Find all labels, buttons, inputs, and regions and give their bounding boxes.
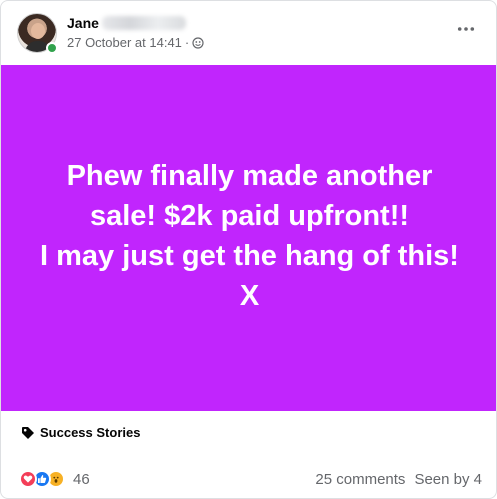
reaction-count: 46 [73, 470, 90, 488]
ellipsis-icon [457, 27, 475, 31]
post-header: Jane 27 October at 14:41 · [1, 1, 496, 65]
author-surname-redacted [101, 16, 186, 30]
post-stats: 25 comments Seen by 4 [315, 471, 482, 488]
post-footer: 46 25 comments Seen by 4 [1, 461, 496, 497]
tag-icon [22, 426, 34, 439]
comments-count-link[interactable]: 25 comments [315, 471, 405, 488]
meta-separator: · [184, 35, 190, 50]
more-options-button[interactable] [452, 19, 480, 39]
topic-label: Success Stories [40, 425, 141, 440]
author-line: Jane [67, 14, 186, 32]
divider [1, 453, 496, 454]
post-body-text: Phew finally made another sale! $2k paid… [40, 160, 459, 312]
online-status-dot [46, 42, 58, 54]
love-reaction-icon [19, 470, 37, 488]
post-timestamp[interactable]: 27 October at 14:41 [67, 35, 182, 50]
seen-by-link[interactable]: Seen by 4 [414, 471, 482, 488]
avatar-face [31, 23, 45, 39]
author-avatar[interactable] [17, 13, 58, 54]
group-privacy-icon[interactable] [192, 36, 204, 49]
post-card: Jane 27 October at 14:41 · Phew finally … [0, 0, 497, 499]
post-background[interactable]: Phew finally made another sale! $2k paid… [1, 65, 496, 411]
topic-tag[interactable]: Success Stories [21, 425, 140, 440]
post-meta: 27 October at 14:41 · [67, 35, 204, 50]
reactions-summary[interactable]: 46 [19, 470, 90, 488]
author-name[interactable]: Jane [67, 15, 99, 31]
